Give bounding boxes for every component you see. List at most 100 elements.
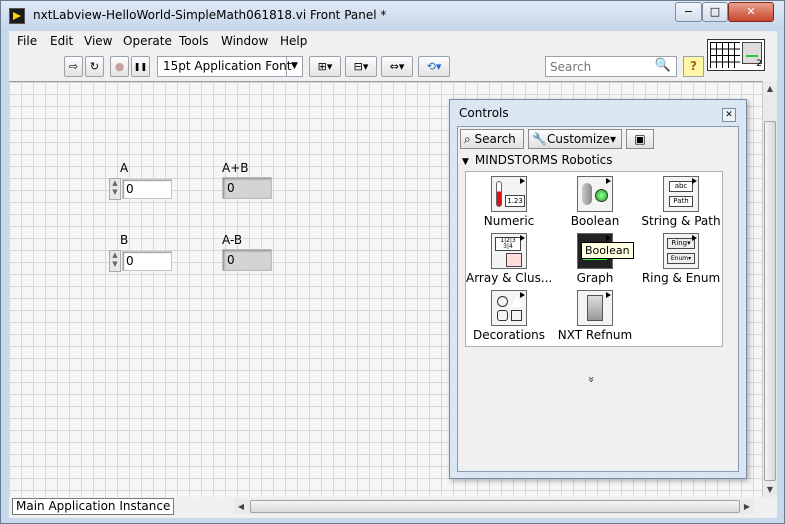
distribute-objects-icon: ⊟▾ (353, 60, 369, 73)
increment-decrement-icon[interactable]: ▲ ▼ (109, 250, 121, 272)
title-bar[interactable]: nxtLabview-HelloWorld-SimpleMath061818.v… (1, 1, 784, 31)
menu-edit[interactable]: Edit (50, 34, 73, 48)
resize-objects-button[interactable]: ⇔▾ (381, 56, 413, 77)
tooltip: Boolean (581, 242, 634, 259)
palette-title: Controls (459, 106, 509, 120)
application-instance[interactable]: Main Application Instance (12, 498, 175, 515)
palette-customize-label: Customize▾ (546, 132, 616, 146)
palette-label-array-cluster: Array & Clus... (466, 271, 553, 285)
palette-search-label: Search (474, 132, 516, 146)
pause-button[interactable]: ❚❚ (131, 56, 150, 77)
wrench-icon: 🔧 (532, 132, 547, 146)
control-a-label: A (120, 161, 129, 175)
menu-file[interactable]: File (17, 34, 37, 48)
palette-label-numeric: Numeric (483, 214, 535, 228)
palette-label-string-path: String & Path (641, 214, 721, 228)
align-objects-icon: ⊞▾ (317, 60, 333, 73)
scroll-left-icon[interactable]: ◀ (234, 499, 248, 514)
window-title: nxtLabview-HelloWorld-SimpleMath061818.v… (33, 8, 387, 22)
search-icon: ⌕ (464, 132, 475, 146)
palette-grid: 1.23 Numeric Boolean abc Path String & P… (465, 171, 723, 347)
palette-view-button[interactable]: ▣ (626, 129, 654, 149)
indicator-diff-label: A-B (222, 233, 243, 247)
maximize-button[interactable]: □ (702, 2, 728, 22)
menu-window[interactable]: Window (221, 34, 268, 48)
context-help-button[interactable]: ? (683, 56, 704, 77)
palette-label-boolean: Boolean (570, 214, 620, 228)
palette-item-decorations[interactable]: Decorations (466, 288, 552, 344)
reorder-button[interactable]: ⟲▾ (418, 56, 450, 77)
collapse-triangle-icon: ▼ (462, 157, 469, 167)
run-button[interactable]: ⇨ (64, 56, 83, 77)
window-icon: ▣ (634, 132, 646, 146)
font-selector-label: 15pt Application Font (163, 59, 292, 73)
expand-more-icon[interactable]: » (585, 376, 598, 383)
connector-pattern-icon (710, 42, 740, 68)
align-objects-button[interactable]: ⊞▾ (309, 56, 341, 77)
search-box[interactable]: 🔍 (545, 56, 677, 77)
ring-enum-icon: Ring▾ Enum▾ (663, 233, 699, 269)
palette-section-header[interactable]: ▼ MINDSTORMS Robotics (462, 153, 734, 169)
control-a-value[interactable]: 0 (122, 179, 172, 199)
menu-view[interactable]: View (84, 34, 112, 48)
toolbar: ⇨ ↻ ● ❚❚ 15pt Application Font ▼ ⊞▾ ⊟▾ ⇔… (9, 53, 709, 79)
indicator-sum-value: 0 (222, 177, 272, 199)
palette-label-graph: Graph (576, 271, 614, 285)
palette-label-nxt-refnum: NXT Refnum (557, 328, 633, 342)
palette-search-button[interactable]: ⌕ Search (460, 129, 524, 149)
palette-label-decorations: Decorations (472, 328, 546, 342)
scroll-right-icon[interactable]: ▶ (740, 499, 754, 514)
palette-item-ring-enum[interactable]: Ring▾ Enum▾ Ring & Enum (638, 231, 724, 287)
palette-close-button[interactable]: ✕ (722, 108, 736, 122)
palette-body: ⌕ Search 🔧Customize▾ ▣ ▼ MINDSTORMS Robot… (457, 126, 739, 472)
chevron-down-icon: ▼ (286, 57, 302, 76)
search-input[interactable] (550, 58, 654, 75)
indicator-diff-value: 0 (222, 249, 272, 271)
palette-item-boolean[interactable]: Boolean (552, 174, 638, 230)
distribute-objects-button[interactable]: ⊟▾ (345, 56, 377, 77)
menu-operate[interactable]: Operate (123, 34, 172, 48)
palette-label-ring-enum: Ring & Enum (641, 271, 721, 285)
palette-customize-button[interactable]: 🔧Customize▾ (528, 129, 622, 149)
menu-tools[interactable]: Tools (179, 34, 209, 48)
palette-item-graph[interactable]: Graph (552, 231, 638, 287)
reorder-icon: ⟲▾ (426, 60, 442, 73)
numeric-icon: 1.23 (491, 176, 527, 212)
menu-bar: File Edit View Operate Tools Window Help (9, 31, 709, 53)
scroll-up-icon[interactable]: ▲ (763, 81, 777, 96)
palette-item-array-cluster[interactable]: 1|2|3 3|4 Array & Clus... (466, 231, 552, 287)
boolean-icon (577, 176, 613, 212)
scroll-down-icon[interactable]: ▼ (763, 482, 777, 497)
resize-objects-icon: ⇔▾ (389, 60, 405, 73)
vertical-scroll-thumb[interactable] (764, 121, 776, 481)
close-button[interactable]: ✕ (728, 2, 774, 22)
palette-item-nxt-refnum[interactable]: NXT Refnum (552, 288, 638, 344)
connector-count: 2 (756, 59, 762, 69)
search-icon[interactable]: 🔍 (655, 58, 671, 73)
palette-section-label: MINDSTORMS Robotics (474, 153, 613, 167)
labview-window: nxtLabview-HelloWorld-SimpleMath061818.v… (0, 0, 785, 524)
menu-help[interactable]: Help (280, 34, 307, 48)
palette-item-numeric[interactable]: 1.23 Numeric (466, 174, 552, 230)
nxt-refnum-icon (577, 290, 613, 326)
connector-pane[interactable]: 2 (707, 39, 765, 71)
run-continuously-button[interactable]: ↻ (85, 56, 104, 77)
vi-app-icon (9, 8, 25, 24)
horizontal-scrollbar[interactable]: ◀ ▶ (234, 499, 754, 514)
control-a[interactable]: ▲ ▼ 0 (109, 178, 173, 200)
control-b[interactable]: ▲ ▼ 0 (109, 250, 173, 272)
font-selector[interactable]: 15pt Application Font ▼ (157, 56, 303, 77)
increment-decrement-icon[interactable]: ▲ ▼ (109, 178, 121, 200)
control-b-label: B (120, 233, 129, 247)
vertical-scrollbar[interactable]: ▲ ▼ (762, 81, 777, 497)
controls-palette[interactable]: Controls ✕ ⌕ Search 🔧Customize▾ ▣ ▼ MINDS… (449, 99, 747, 479)
decorations-icon (491, 290, 527, 326)
abort-button[interactable]: ● (110, 56, 129, 77)
palette-item-string-path[interactable]: abc Path String & Path (638, 174, 724, 230)
minimize-button[interactable]: − (675, 2, 702, 22)
status-bar: Main Application Instance ◀ ▶ (9, 497, 777, 517)
horizontal-scroll-thumb[interactable] (250, 500, 740, 513)
array-cluster-icon: 1|2|3 3|4 (491, 233, 527, 269)
control-b-value[interactable]: 0 (122, 251, 172, 271)
string-path-icon: abc Path (663, 176, 699, 212)
